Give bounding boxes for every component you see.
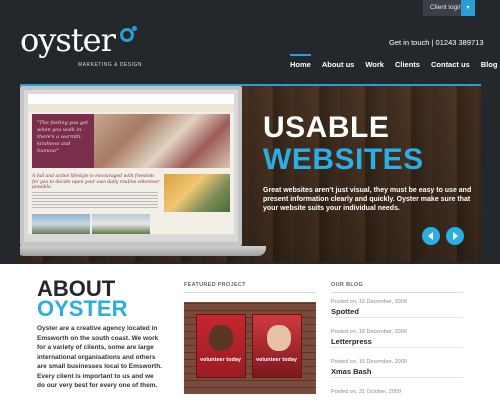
blog-post[interactable]: Posted on, 31 October, 2009 xyxy=(331,384,463,400)
slider-next-button[interactable] xyxy=(446,227,464,245)
nav-item-about-us[interactable]: About us xyxy=(322,56,355,69)
blog-post-date: Posted on, 31 October, 2009 xyxy=(331,389,402,395)
blog-post-title[interactable]: Xmas Bash xyxy=(331,365,463,376)
contact-info: Get in touch | 01243 389713 xyxy=(389,38,484,47)
screen-body-text xyxy=(32,192,158,210)
arrow-left-icon xyxy=(428,232,433,240)
laptop-base xyxy=(20,246,266,256)
blog-post-date: Posted on, 15 December, 2009 xyxy=(331,359,407,365)
screen-quote: "The feeling you get when you walk in - … xyxy=(32,114,94,168)
arrow-right-icon xyxy=(453,232,458,240)
about-text: Oyster are a creative agency located in … xyxy=(37,325,162,389)
poster-person xyxy=(267,325,291,351)
main-nav: Home About us Work Clients Contact us Bl… xyxy=(290,54,500,69)
hero-banner: "The feeling you get when you walk in - … xyxy=(20,86,481,262)
banner-blurb: Great websites aren't just visual, they … xyxy=(263,187,472,212)
blog-post-title[interactable]: Spotted xyxy=(331,305,463,316)
client-login-label: Client login xyxy=(430,4,463,11)
blog-label: OUR BLOG xyxy=(331,282,364,288)
about-title-line2: OYSTER xyxy=(37,296,128,321)
nav-item-blog[interactable]: Blog xyxy=(481,56,498,69)
logo-wordmark: oyster xyxy=(20,21,116,59)
logo-tagline: MARKETING & DESIGN xyxy=(78,62,143,68)
poster-person xyxy=(209,325,233,351)
client-login-button[interactable]: Client login ▾ xyxy=(423,0,475,16)
poster-text: volunteer today xyxy=(200,357,241,363)
featured-project-label: FEATURED PROJECT xyxy=(184,282,246,288)
laptop-screen: "The feeling you get when you walk in - … xyxy=(28,94,234,234)
featured-project-image[interactable]: volunteer today volunteer today xyxy=(184,302,316,394)
screen-nav xyxy=(28,104,234,112)
logo[interactable]: oyster MARKETING & DESIGN xyxy=(20,21,142,68)
nav-item-contact-us[interactable]: Contact us xyxy=(431,56,470,69)
screen-house-photo-2 xyxy=(92,214,150,234)
slider-prev-button[interactable] xyxy=(422,227,440,245)
screen-thumbnail xyxy=(164,174,230,212)
blog-post-date: Posted on, 18 December, 2009 xyxy=(331,329,407,335)
featured-divider xyxy=(184,292,316,293)
chevron-down-icon: ▾ xyxy=(461,0,475,16)
logo-pearl-highlight xyxy=(132,26,137,31)
nav-item-clients[interactable]: Clients xyxy=(395,56,420,69)
laptop-illustration: "The feeling you get when you walk in - … xyxy=(20,86,242,246)
blog-post-title[interactable]: Letterpress xyxy=(331,335,463,346)
content-area: ABOUT OYSTER Oyster are a creative agenc… xyxy=(0,264,500,400)
blog-post[interactable]: Posted on, 18 December, 2009 Letterpress xyxy=(331,324,463,348)
banner-headline-line1: USABLE xyxy=(263,111,390,144)
poster-text: volunteer today xyxy=(256,357,297,363)
blog-post[interactable]: Posted on, 19 December, 2009 Spotted xyxy=(331,294,463,318)
banner-headline-line2: WEBSITES xyxy=(263,143,424,176)
nav-item-work[interactable]: Work xyxy=(365,56,384,69)
poster-right: volunteer today xyxy=(252,314,302,378)
blog-post-date: Posted on, 19 December, 2009 xyxy=(331,299,407,305)
screen-header xyxy=(28,94,234,104)
blog-post[interactable]: Posted on, 15 December, 2009 Xmas Bash xyxy=(331,354,463,378)
nav-item-home[interactable]: Home xyxy=(290,54,311,69)
screen-photo xyxy=(94,114,230,168)
screen-house-photo xyxy=(32,214,90,234)
poster-left: volunteer today xyxy=(196,314,246,378)
blog-divider xyxy=(331,292,463,293)
